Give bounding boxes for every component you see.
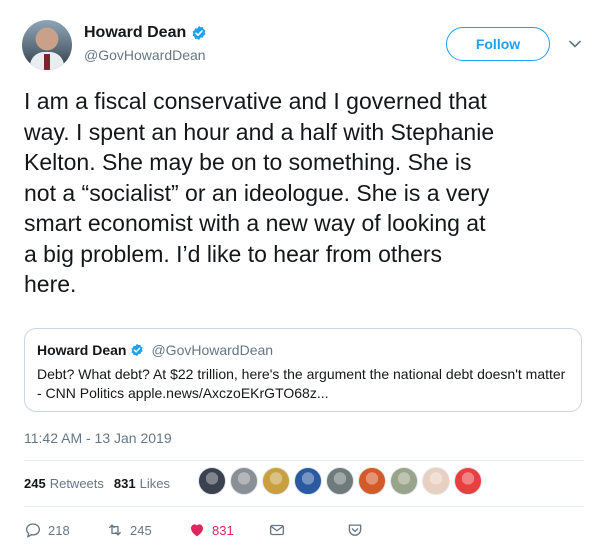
divider <box>24 506 584 507</box>
author-name[interactable]: Howard Dean <box>84 24 207 42</box>
reply-icon[interactable] <box>24 521 42 539</box>
author-handle[interactable]: @GovHowardDean <box>84 47 207 63</box>
verified-badge-icon <box>192 26 206 40</box>
quoted-tweet[interactable]: Howard Dean @GovHowardDean Debt? What de… <box>24 328 582 412</box>
envelope-icon[interactable] <box>268 521 286 539</box>
quoted-tweet-header: Howard Dean @GovHowardDean <box>37 342 569 358</box>
quoted-tweet-text: Debt? What debt? At $22 trillion, here's… <box>37 366 566 401</box>
tweet-header: Howard Dean @GovHowardDean Follow <box>22 20 588 72</box>
retweet-action[interactable]: 245 <box>106 518 152 542</box>
like-count: 831 <box>212 522 234 538</box>
liker-avatar[interactable] <box>326 467 354 495</box>
retweets-stat[interactable]: 245 Retweets <box>24 476 104 491</box>
tweet-actions: 218 245 831 <box>24 518 584 542</box>
liker-avatar[interactable] <box>390 467 418 495</box>
chevron-down-icon[interactable] <box>568 37 582 51</box>
tweet-timestamp[interactable]: 11:42 AM - 13 Jan 2019 <box>24 430 172 446</box>
likes-count[interactable]: 831 <box>114 476 136 491</box>
dm-action[interactable] <box>268 518 286 542</box>
author-display-name[interactable]: Howard Dean <box>84 24 186 42</box>
divider <box>24 460 584 461</box>
liker-avatar[interactable] <box>198 467 226 495</box>
author-block[interactable]: Howard Dean @GovHowardDean <box>84 24 207 63</box>
retweets-label[interactable]: Retweets <box>50 476 104 491</box>
retweets-count[interactable]: 245 <box>24 476 46 491</box>
bookmark-action[interactable] <box>346 518 364 542</box>
likes-stat[interactable]: 831 Likes <box>114 476 170 491</box>
liker-avatar[interactable] <box>230 467 258 495</box>
liker-avatar[interactable] <box>454 467 482 495</box>
quoted-author-handle: @GovHowardDean <box>151 342 274 358</box>
liker-avatar[interactable] <box>294 467 322 495</box>
quoted-author-name: Howard Dean <box>37 342 127 358</box>
retweet-icon[interactable] <box>106 521 124 539</box>
avatar[interactable] <box>22 20 72 70</box>
like-action[interactable]: 831 <box>188 518 234 542</box>
verified-badge-icon <box>131 343 144 357</box>
likes-label[interactable]: Likes <box>140 476 170 491</box>
heart-icon[interactable] <box>188 521 206 539</box>
liker-avatar[interactable] <box>422 467 450 495</box>
tweet-text: I am a fiscal conservative and I governe… <box>24 88 495 297</box>
liker-avatar[interactable] <box>358 467 386 495</box>
reply-count: 218 <box>48 522 70 538</box>
avatar-tie <box>44 54 50 70</box>
reply-action[interactable]: 218 <box>24 518 70 542</box>
liker-avatar[interactable] <box>262 467 290 495</box>
follow-button[interactable]: Follow <box>446 27 550 61</box>
liker-avatars <box>198 467 482 495</box>
retweet-count: 245 <box>130 522 152 538</box>
pocket-icon[interactable] <box>346 521 364 539</box>
tweet-stats: 245 Retweets 831 Likes <box>24 468 180 498</box>
